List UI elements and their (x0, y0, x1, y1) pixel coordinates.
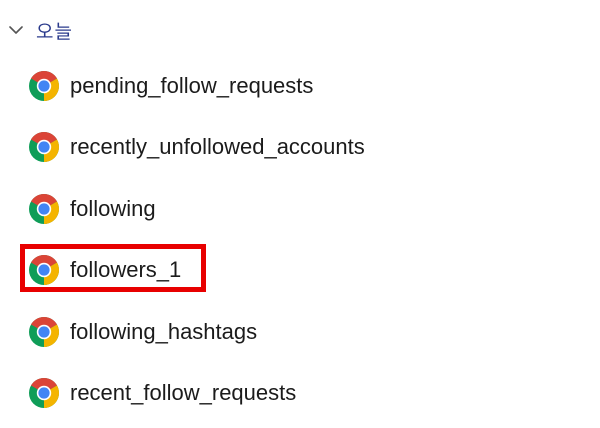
chrome-icon (28, 70, 60, 102)
chrome-icon (28, 377, 60, 409)
file-list-panel: 오늘 pending_follow_requests recently_unfo… (0, 0, 600, 428)
group-header-today[interactable]: 오늘 (6, 12, 73, 48)
file-name: pending_follow_requests (70, 73, 314, 98)
file-item-recent-follow-requests[interactable]: recent_follow_requests (28, 373, 296, 413)
chrome-icon (28, 316, 60, 348)
chrome-icon (28, 254, 60, 286)
group-label: 오늘 (36, 20, 73, 43)
chrome-icon (28, 131, 60, 163)
file-name: recent_follow_requests (70, 380, 297, 405)
file-item-following-hashtags[interactable]: following_hashtags (28, 312, 257, 352)
file-name: followers_1 (70, 257, 182, 282)
file-item-followers-1[interactable]: followers_1 (28, 250, 181, 290)
file-name: following (70, 196, 156, 221)
file-item-pending-follow-requests[interactable]: pending_follow_requests (28, 66, 313, 106)
file-item-following[interactable]: following (28, 189, 156, 229)
file-name: recently_unfollowed_accounts (70, 134, 365, 159)
file-name: following_hashtags (70, 319, 258, 344)
chrome-icon (28, 193, 60, 225)
chevron-down-icon[interactable] (6, 20, 26, 40)
file-item-recently-unfollowed-accounts[interactable]: recently_unfollowed_accounts (28, 127, 365, 167)
